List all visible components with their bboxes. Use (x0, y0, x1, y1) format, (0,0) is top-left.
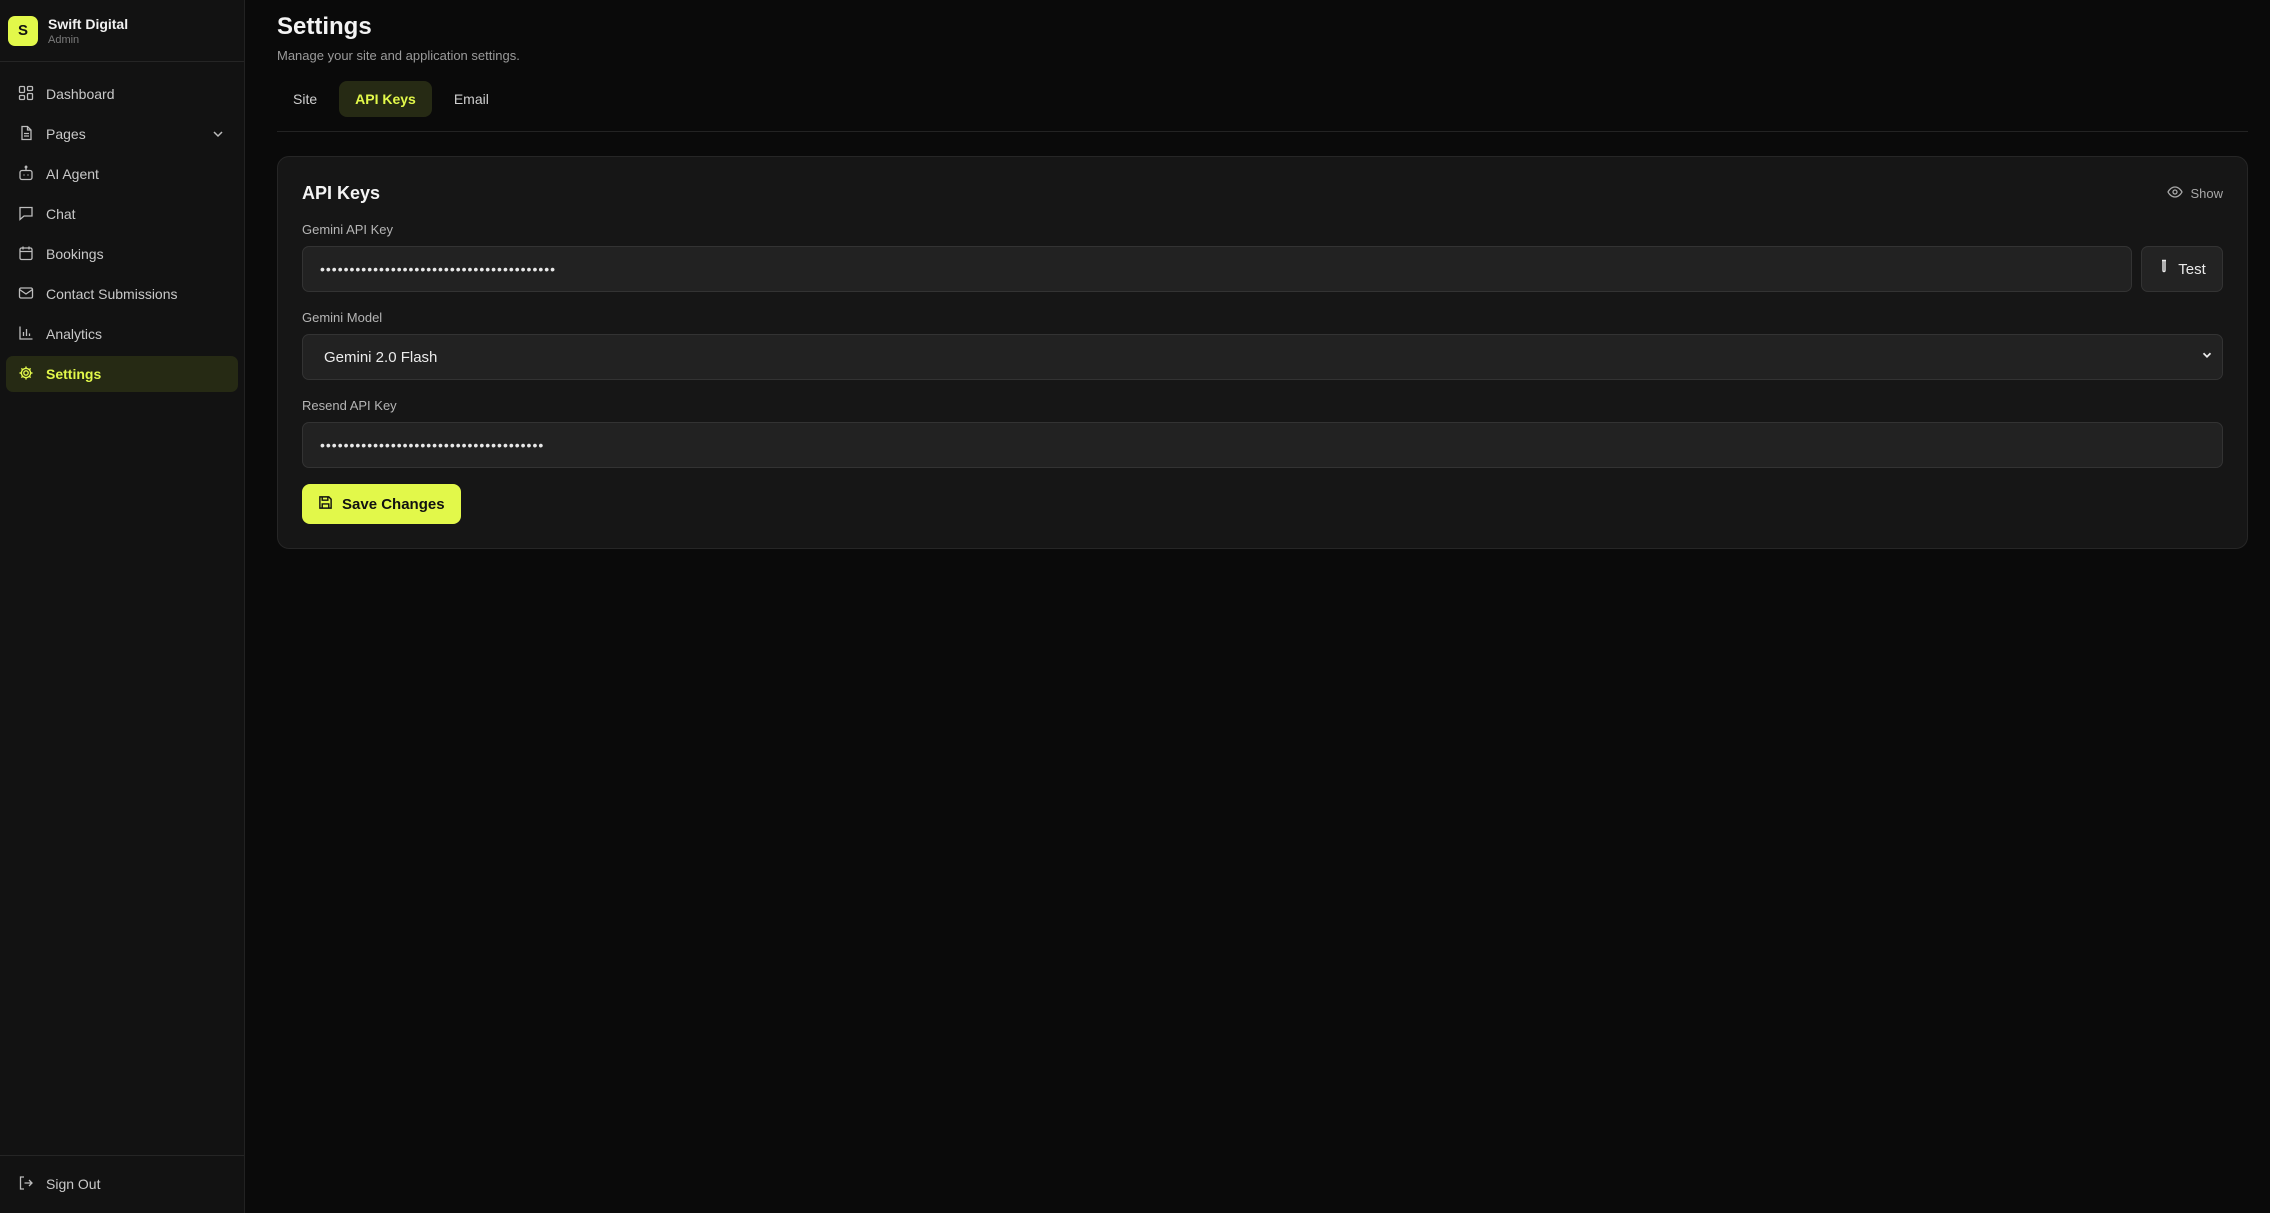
bar-chart-icon (18, 325, 34, 344)
card-title: API Keys (302, 183, 381, 203)
sign-out-label: Sign Out (46, 1176, 101, 1192)
sidebar-item-pages[interactable]: Pages (6, 116, 238, 152)
chevron-down-icon (2200, 348, 2214, 366)
sidebar-item-chat[interactable]: Chat (6, 196, 238, 232)
sidebar-item-label: Bookings (46, 246, 104, 262)
sidebar-item-label: Analytics (46, 326, 103, 342)
sidebar-item-bookings[interactable]: Bookings (6, 236, 238, 272)
brand-logo: S (8, 15, 38, 46)
sidebar-item-label: Dashboard (46, 86, 115, 102)
bot-icon (18, 165, 34, 184)
chat-bubble-icon (18, 205, 34, 224)
save-changes-label: Save Changes (342, 495, 445, 513)
gear-icon (18, 365, 34, 384)
sidebar-item-analytics[interactable]: Analytics (6, 316, 238, 352)
sidebar-item-dashboard[interactable]: Dashboard (6, 76, 238, 112)
brand-role: Admin (48, 33, 80, 46)
log-out-icon (18, 1175, 34, 1194)
gemini-model-value: Gemini 2.0 Flash (324, 348, 438, 366)
page-title: Settings (277, 13, 372, 40)
tab-site[interactable]: Site (277, 81, 333, 117)
sidebar: S Swift Digital Admin Dashboard Pages AI… (0, 0, 245, 1213)
api-keys-card: API Keys Show Gemini API Key •••••••••••… (277, 156, 2248, 549)
gemini-model-label: Gemini Model (302, 310, 383, 325)
file-icon (18, 125, 34, 144)
show-label: Show (2190, 186, 2223, 201)
settings-tabs: Site API Keys Email (277, 81, 2248, 132)
sidebar-item-label: Contact Submissions (46, 286, 178, 302)
chevron-down-icon[interactable] (210, 126, 226, 145)
sidebar-item-label: Chat (46, 206, 76, 222)
save-icon (318, 495, 333, 514)
test-label: Test (2178, 260, 2206, 278)
gemini-model-select[interactable]: Gemini 2.0 Flash (302, 334, 2223, 380)
page-subtitle: Manage your site and application setting… (277, 48, 520, 63)
main-content: Settings Manage your site and applicatio… (245, 0, 2270, 1213)
sidebar-footer: Sign Out (0, 1155, 244, 1213)
eye-icon (2167, 184, 2184, 203)
sidebar-item-contact-submissions[interactable]: Contact Submissions (6, 276, 238, 312)
sidebar-item-label: Settings (46, 366, 102, 382)
show-keys-toggle[interactable]: Show (2167, 184, 2223, 203)
tab-api-keys[interactable]: API Keys (339, 81, 432, 117)
sidebar-nav: Dashboard Pages AI Agent Chat Bookings C… (0, 62, 244, 392)
calendar-icon (18, 245, 34, 264)
sidebar-item-label: AI Agent (46, 166, 99, 182)
brand-name: Swift Digital (48, 15, 129, 32)
resend-api-key-label: Resend API Key (302, 398, 397, 413)
gemini-api-key-input[interactable]: •••••••••••••••••••••••••••••••••••••••• (302, 246, 2132, 292)
gemini-api-key-label: Gemini API Key (302, 222, 394, 237)
resend-api-key-input[interactable]: •••••••••••••••••••••••••••••••••••••• (302, 422, 2223, 468)
brand[interactable]: S Swift Digital Admin (0, 0, 244, 62)
sidebar-item-label: Pages (46, 126, 86, 142)
sidebar-item-ai-agent[interactable]: AI Agent (6, 156, 238, 192)
save-changes-button[interactable]: Save Changes (302, 484, 461, 524)
tab-email[interactable]: Email (438, 81, 505, 117)
test-button[interactable]: Test (2141, 246, 2223, 292)
sidebar-item-settings[interactable]: Settings (6, 356, 238, 392)
test-tube-icon (2158, 259, 2170, 279)
mail-icon (18, 285, 34, 304)
dashboard-grid-icon (18, 85, 34, 104)
sign-out-button[interactable]: Sign Out (6, 1166, 238, 1202)
